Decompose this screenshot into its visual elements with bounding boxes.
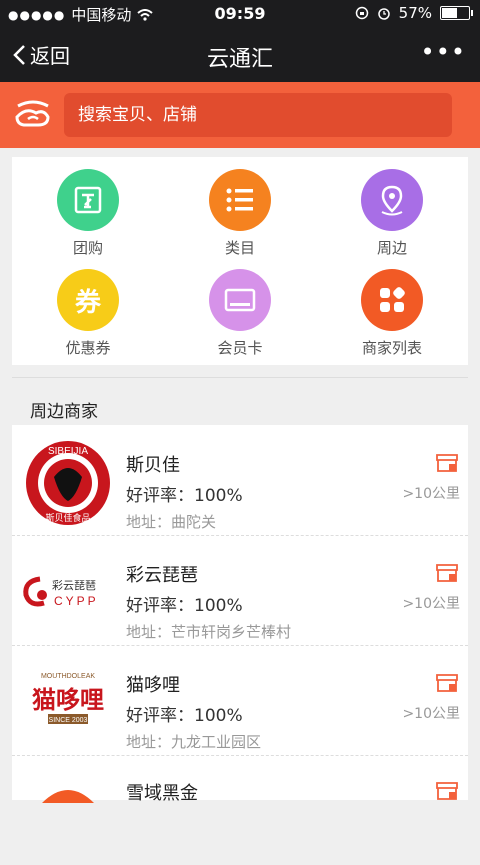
list-item[interactable]: 雪域黑金: [12, 755, 468, 865]
merchant-address: 地址：曲陀关: [126, 513, 217, 531]
merchant-name: 彩云琵琶: [126, 565, 198, 586]
menu-grid: 团购 类目 周边 券 优惠券 会员卡 商家列表: [12, 157, 468, 365]
cloud-logo-icon[interactable]: [14, 97, 52, 133]
shop-icon[interactable]: [436, 781, 458, 801]
menu-item-member-card[interactable]: 会员卡: [164, 269, 316, 358]
merchant-name: 雪域黑金: [126, 783, 198, 804]
menu-item-category[interactable]: 类目: [164, 169, 316, 258]
menu-label: 商家列表: [361, 339, 422, 357]
list-item[interactable]: MOUTHDOLEAK 猫哆哩 SINCE 2003 猫哆哩 好评率：100% …: [12, 645, 468, 756]
shop-icon[interactable]: [436, 453, 458, 473]
search-input[interactable]: 搜索宝贝、店铺: [64, 93, 452, 137]
sibeijia-logo: SIBEIJIA 斯贝佳食品: [26, 441, 110, 525]
menu-label: 类目: [224, 239, 255, 257]
logo-text: MOUTHDOLEAK: [41, 673, 95, 680]
merchant-distance: >10公里: [402, 486, 460, 502]
merchant-logo: SIBEIJIA 斯贝佳食品: [20, 441, 116, 525]
list-item[interactable]: 彩云琵琶 CYPP 彩云琵琶 好评率：100% 地址：芒市轩岗乡芒棒村 >10公…: [12, 535, 468, 646]
search-bar: 搜索宝贝、店铺: [0, 82, 480, 148]
status-bar: ●●●●● 中国移动 09:59 57%: [0, 0, 480, 28]
menu-item-nearby[interactable]: 周边: [316, 169, 468, 258]
logo-text: 彩云琵琶: [52, 579, 96, 592]
logo-text: 猫哆哩: [32, 686, 104, 714]
logo-text: SINCE 2003: [49, 717, 88, 724]
xueyu-logo: [42, 790, 94, 803]
merchant-list-icon: [361, 269, 423, 331]
cypp-logo: 彩云琵琶 CYPP: [23, 576, 99, 608]
list-item[interactable]: SIBEIJIA 斯贝佳食品 斯贝佳 好评率：100% 地址：曲陀关 >10公里: [12, 425, 468, 536]
merchant-distance: >10公里: [402, 596, 460, 612]
alarm-icon: [377, 8, 390, 20]
merchant-logo: 彩云琵琶 CYPP: [20, 555, 116, 631]
merchant-address: 地址：芒市轩岗乡芒棒村: [126, 623, 292, 641]
nav-bar: 返回 云通汇 •••: [0, 28, 480, 82]
shop-icon[interactable]: [436, 673, 458, 693]
merchant-rating: 好评率：100%: [126, 596, 243, 616]
merchant-name: 猫哆哩: [126, 675, 180, 696]
logo-text: 斯贝佳食品: [45, 512, 90, 524]
divider: [12, 377, 468, 378]
merchant-logo: [20, 783, 116, 859]
section-title: 周边商家: [30, 402, 98, 422]
menu-label: 周边: [376, 239, 407, 257]
location-pin-icon: [361, 169, 423, 231]
merchant-rating: 好评率：100%: [126, 706, 243, 726]
page-title: 云通汇: [206, 47, 273, 72]
menu-item-merchant-list[interactable]: 商家列表: [316, 269, 468, 358]
merchant-address: 地址：九龙工业园区: [126, 733, 262, 751]
battery-icon: [440, 6, 473, 20]
battery-percent: 57%: [398, 4, 432, 22]
menu-item-coupon[interactable]: 券 优惠券: [12, 269, 164, 358]
coupon-icon: 券: [57, 269, 119, 331]
more-button[interactable]: •••: [421, 38, 466, 66]
merchant-name: 斯贝佳: [126, 455, 180, 476]
menu-item-group-buy[interactable]: 团购: [12, 169, 164, 258]
menu-label: 优惠券: [65, 339, 111, 357]
menu-label: 会员卡: [217, 339, 263, 357]
merchant-list: SIBEIJIA 斯贝佳食品 斯贝佳 好评率：100% 地址：曲陀关 >10公里…: [12, 425, 468, 804]
maoduoli-logo: MOUTHDOLEAK 猫哆哩 SINCE 2003: [32, 673, 104, 724]
rotation-lock-icon: [355, 6, 368, 20]
group-buy-icon: [57, 169, 119, 231]
shop-icon[interactable]: [436, 563, 458, 583]
merchant-distance: >10公里: [402, 706, 460, 722]
logo-text: SIBEIJIA: [48, 446, 88, 457]
logo-text: CYPP: [54, 594, 99, 608]
merchant-logo: MOUTHDOLEAK 猫哆哩 SINCE 2003: [20, 665, 116, 741]
category-list-icon: [209, 169, 271, 231]
merchant-rating: 好评率：100%: [126, 486, 243, 506]
menu-label: 团购: [72, 239, 103, 257]
member-card-icon: [209, 269, 271, 331]
